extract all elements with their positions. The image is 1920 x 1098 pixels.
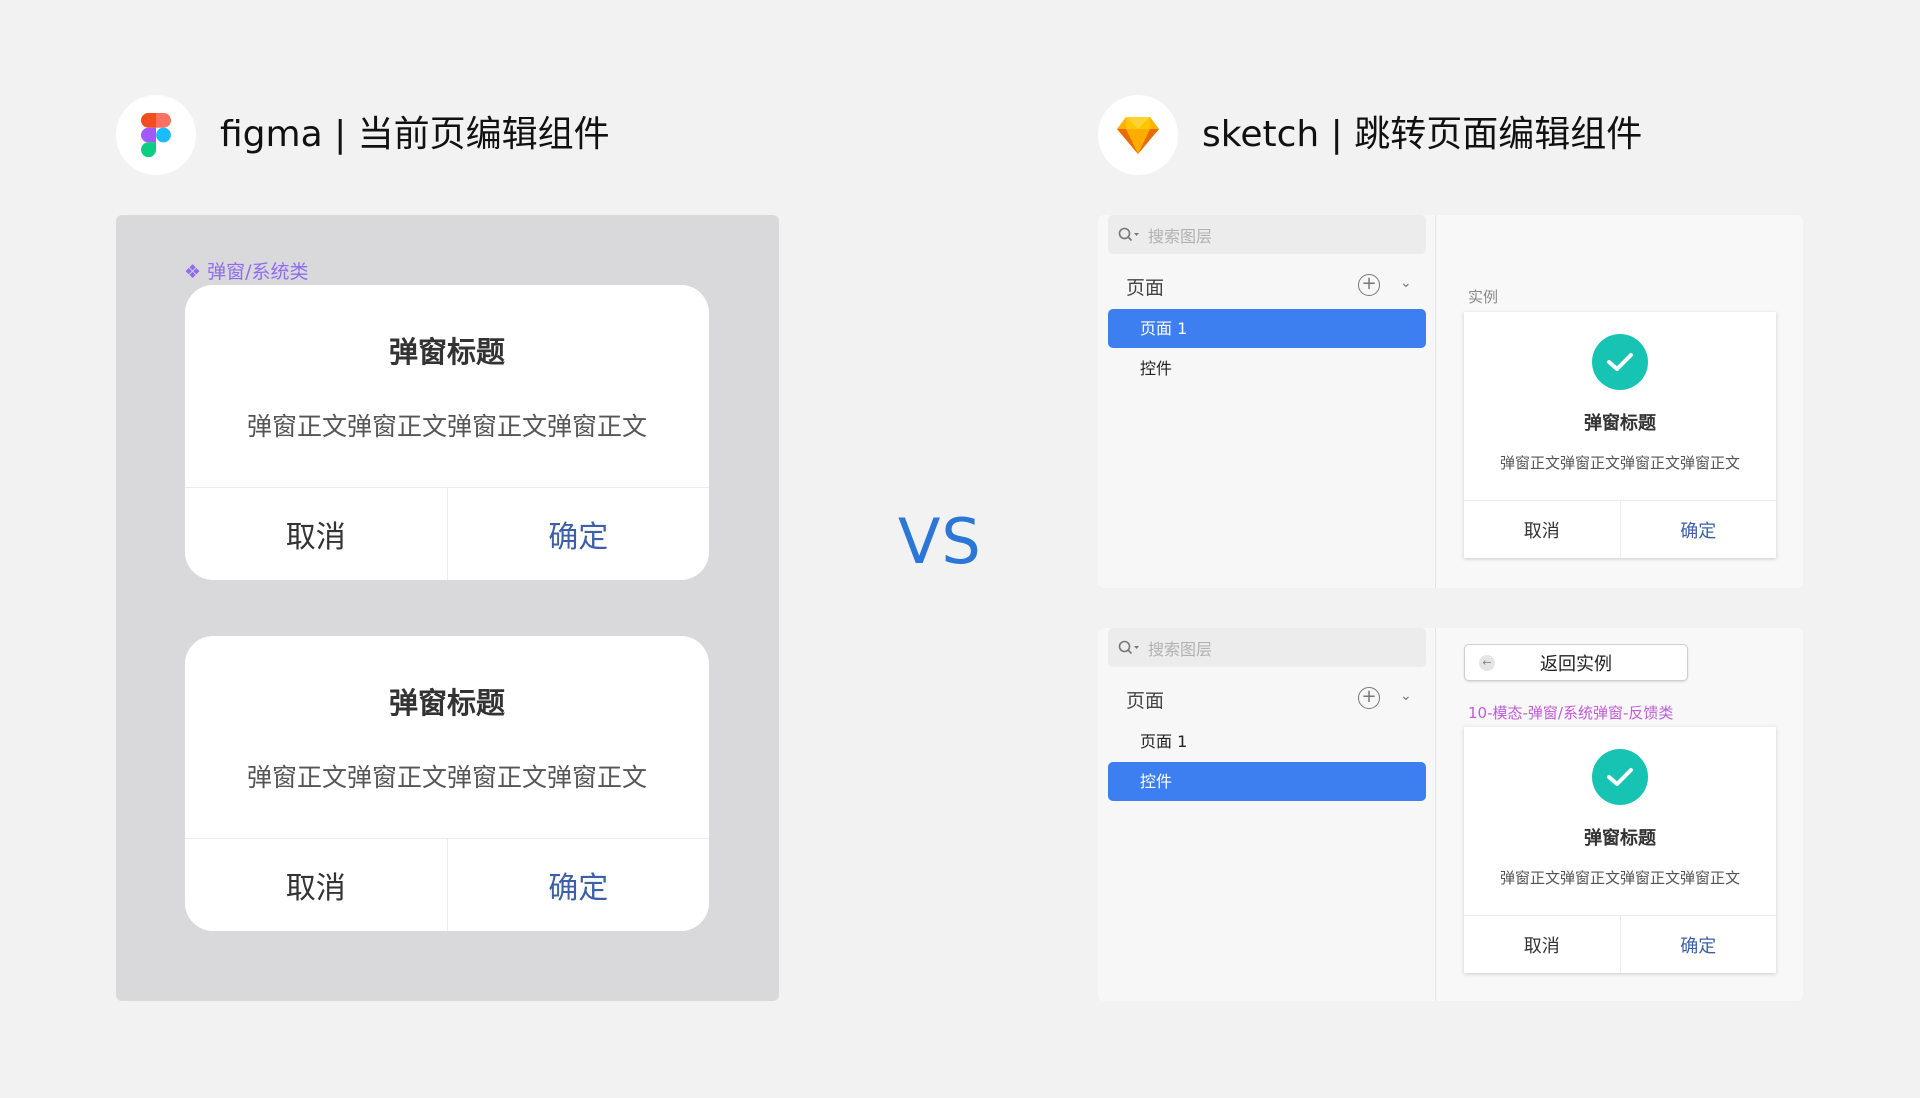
component-label[interactable]: ❖ 弹窗/系统类: [184, 257, 308, 284]
add-page-icon[interactable]: +: [1358, 687, 1380, 709]
chevron-down-icon[interactable]: ⌄: [1400, 688, 1412, 704]
sketch-dialog-symbol[interactable]: 弹窗标题 弹窗正文弹窗正文弹窗正文弹窗正文 取消 确定: [1464, 727, 1776, 973]
pages-title: 页面: [1126, 277, 1165, 299]
confirm-button[interactable]: 确定: [448, 488, 710, 580]
back-arrow-icon: ←: [1479, 655, 1495, 671]
confirm-button[interactable]: 确定: [448, 839, 710, 931]
layer-search-input[interactable]: 搜索图层: [1108, 215, 1426, 254]
sketch-sidebar: 搜索图层 页面 + ⌄ 页面 1 控件: [1098, 628, 1436, 1001]
dialog-title: 弹窗标题: [388, 335, 505, 369]
sketch-window: 搜索图层 页面 + ⌄ 页面 1 控件 实例 弹窗标题 弹窗正文弹窗正文弹窗正文…: [1098, 215, 1803, 588]
chevron-down-icon[interactable]: ⌄: [1400, 275, 1412, 291]
dialog-title: 弹窗标题: [1584, 828, 1656, 849]
search-placeholder: 搜索图层: [1148, 226, 1213, 246]
page-item-controls[interactable]: 控件: [1108, 762, 1426, 801]
back-button-label: 返回实例: [1540, 653, 1612, 675]
check-icon: [1592, 334, 1648, 390]
dialog-body: 弹窗正文弹窗正文弹窗正文弹窗正文: [246, 763, 647, 792]
add-page-icon[interactable]: +: [1358, 274, 1380, 296]
search-icon: [1118, 640, 1139, 654]
search-icon: [1118, 227, 1139, 241]
cancel-button[interactable]: 取消: [185, 488, 448, 580]
figma-dialog[interactable]: 弹窗标题 弹窗正文弹窗正文弹窗正文弹窗正文 取消 确定: [185, 636, 709, 931]
figma-dialog[interactable]: 弹窗标题 弹窗正文弹窗正文弹窗正文弹窗正文 取消 确定: [185, 285, 709, 580]
sketch-icon: [1117, 117, 1159, 154]
symbol-label[interactable]: 10-模态-弹窗/系统弹窗-反馈类: [1468, 702, 1673, 723]
return-to-instance-button[interactable]: ← 返回实例: [1464, 644, 1688, 681]
sketch-dialog-instance[interactable]: 弹窗标题 弹窗正文弹窗正文弹窗正文弹窗正文 取消 确定: [1464, 312, 1776, 558]
sketch-sidebar: 搜索图层 页面 + ⌄ 页面 1 控件: [1098, 215, 1436, 588]
search-placeholder: 搜索图层: [1148, 639, 1213, 659]
cancel-button[interactable]: 取消: [1464, 501, 1621, 558]
cancel-button[interactable]: 取消: [1464, 916, 1621, 973]
sketch-logo: [1098, 95, 1178, 175]
page-item-controls[interactable]: 控件: [1108, 349, 1426, 388]
confirm-button[interactable]: 确定: [1621, 501, 1777, 558]
figma-heading: figma | 当前页编辑组件: [220, 114, 610, 155]
figma-icon: [141, 113, 171, 157]
artboard-label: 实例: [1468, 288, 1499, 306]
dialog-title: 弹窗标题: [1584, 413, 1656, 434]
confirm-button[interactable]: 确定: [1621, 916, 1777, 973]
cancel-button[interactable]: 取消: [185, 839, 448, 931]
dialog-body: 弹窗正文弹窗正文弹窗正文弹窗正文: [1499, 454, 1740, 472]
vs-label: VS: [898, 505, 982, 578]
page-item-1[interactable]: 页面 1: [1108, 309, 1426, 348]
figma-canvas: ❖ 弹窗/系统类 弹窗标题 弹窗正文弹窗正文弹窗正文弹窗正文 取消 确定 弹窗标…: [116, 215, 779, 1001]
sketch-window: 搜索图层 页面 + ⌄ 页面 1 控件 ← 返回实例 10-模态-弹窗/系统弹窗…: [1098, 628, 1803, 1001]
page-item-1[interactable]: 页面 1: [1108, 722, 1426, 761]
check-icon: [1592, 749, 1648, 805]
layer-search-input[interactable]: 搜索图层: [1108, 628, 1426, 667]
dialog-body: 弹窗正文弹窗正文弹窗正文弹窗正文: [1499, 869, 1740, 887]
dialog-title: 弹窗标题: [388, 686, 505, 720]
figma-logo: [116, 95, 196, 175]
dialog-body: 弹窗正文弹窗正文弹窗正文弹窗正文: [246, 412, 647, 441]
sketch-heading: sketch | 跳转页面编辑组件: [1202, 114, 1643, 155]
pages-title: 页面: [1126, 690, 1165, 712]
